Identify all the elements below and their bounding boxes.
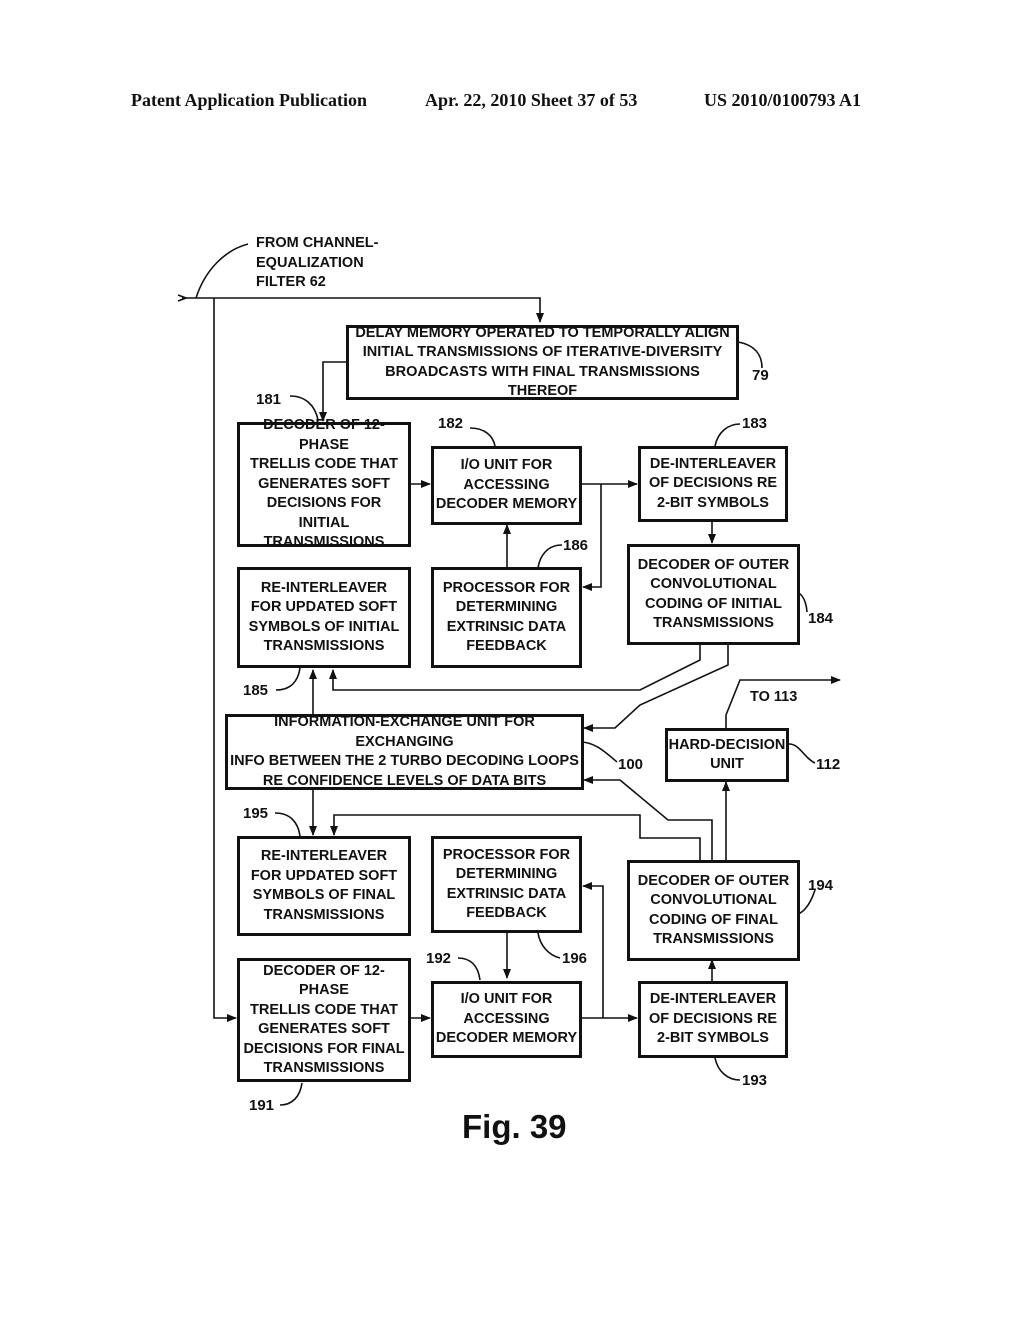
ref-100: 100 <box>618 756 644 773</box>
ref-183: 183 <box>742 415 768 432</box>
reinterleaver-195-block: RE-INTERLEAVER FOR UPDATED SOFT SYMBOLS … <box>237 836 411 936</box>
input-to-decoder-191 <box>213 298 237 1022</box>
ref-196: 196 <box>562 950 588 967</box>
leader-195 <box>274 812 301 837</box>
io-unit-182-block: I/O UNIT FOR ACCESSING DECODER MEMORY <box>431 446 582 525</box>
deinterleaver-193-block: DE-INTERLEAVER OF DECISIONS RE 2-BIT SYM… <box>638 981 788 1058</box>
ref-184: 184 <box>808 610 834 627</box>
leader-191 <box>279 1082 303 1106</box>
leader-196 <box>537 932 561 959</box>
ref-194: 194 <box>808 877 834 894</box>
reinterleaver-185-block: RE-INTERLEAVER FOR UPDATED SOFT SYMBOLS … <box>237 567 411 668</box>
decoder-191-block: DECODER OF 12-PHASE TRELLIS CODE THAT GE… <box>237 958 411 1082</box>
ref-195: 195 <box>243 805 269 822</box>
info-exchange-100-block: INFORMATION-EXCHANGE UNIT FOR EXCHANGING… <box>225 714 584 790</box>
184-to-100 <box>583 644 729 732</box>
leader-112 <box>788 743 816 764</box>
leader-182 <box>469 427 496 447</box>
leader-186 <box>537 544 563 569</box>
leader-185 <box>275 667 301 691</box>
deinterleaver-183-block: DE-INTERLEAVER OF DECISIONS RE 2-BIT SYM… <box>638 446 788 522</box>
leader-100 <box>579 741 618 763</box>
leader-183 <box>714 423 741 447</box>
output-label: TO 113 <box>750 689 798 705</box>
processor-186-block: PROCESSOR FOR DETERMINING EXTRINSIC DATA… <box>431 567 582 668</box>
leader-193 <box>714 1057 741 1081</box>
ref-186: 186 <box>563 537 589 554</box>
delay-to-181 <box>319 361 346 422</box>
outer-decoder-184-block: DECODER OF OUTER CONVOLUTIONAL CODING OF… <box>627 544 800 645</box>
input-label-leader <box>195 243 249 299</box>
input-label: FROM CHANNEL- EQUALIZATION FILTER 62 <box>256 235 379 290</box>
outer-decoder-194-block: DECODER OF OUTER CONVOLUTIONAL CODING OF… <box>627 860 800 961</box>
ref-182: 182 <box>438 415 464 432</box>
ref-181: 181 <box>256 391 282 408</box>
input-line <box>182 297 544 323</box>
ref-112: 112 <box>816 756 841 773</box>
io-unit-192-block: I/O UNIT FOR ACCESSING DECODER MEMORY <box>431 981 582 1058</box>
leader-79 <box>737 341 763 369</box>
processor-196-block: PROCESSOR FOR DETERMINING EXTRINSIC DATA… <box>431 836 582 933</box>
ref-191: 191 <box>249 1097 275 1114</box>
leader-192 <box>457 957 481 981</box>
ref-185: 185 <box>243 682 269 699</box>
hard-decision-112-block: HARD-DECISION UNIT <box>665 728 789 782</box>
ref-192: 192 <box>426 950 452 967</box>
ref-79: 79 <box>752 367 769 384</box>
194-to-100 <box>583 776 713 860</box>
figure-caption: Fig. 39 <box>462 1108 567 1145</box>
delay-memory-block: DELAY MEMORY OPERATED TO TEMPORALLY ALIG… <box>346 325 739 400</box>
decoder-181-block: DECODER OF 12-PHASE TRELLIS CODE THAT GE… <box>237 417 411 550</box>
branch-to-186 <box>582 484 602 591</box>
ref-193: 193 <box>742 1072 768 1089</box>
